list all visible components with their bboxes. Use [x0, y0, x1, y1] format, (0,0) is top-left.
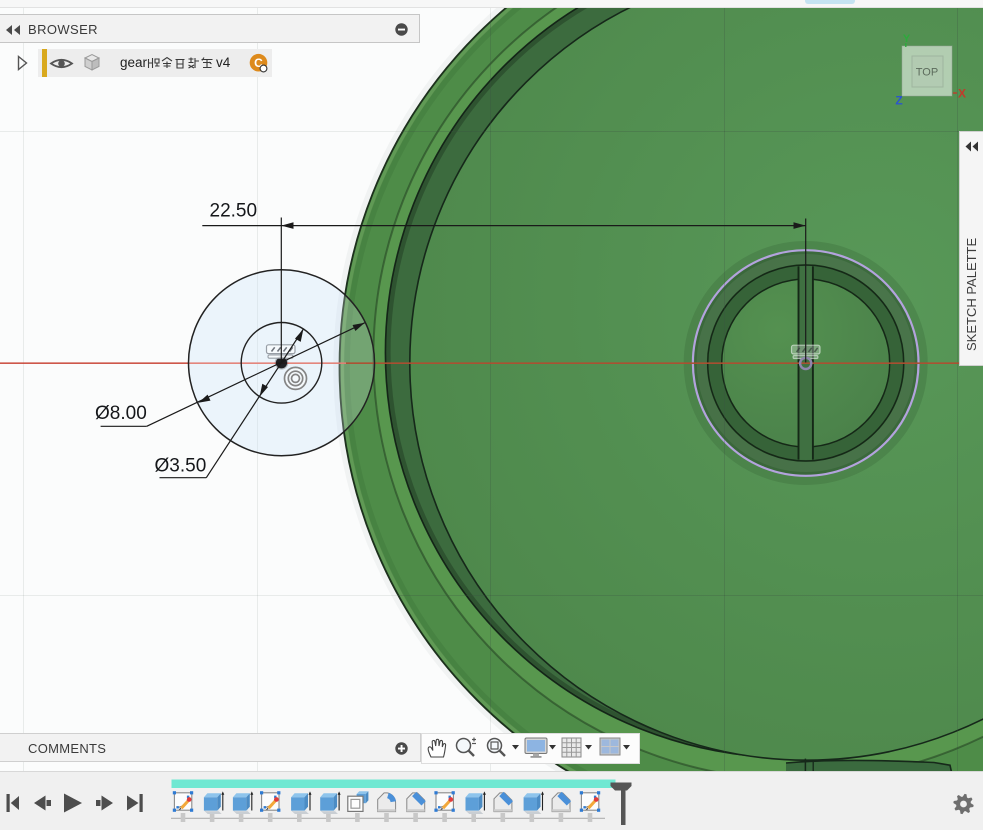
svg-text:Y: Y [903, 33, 911, 45]
svg-text:X: X [958, 87, 966, 101]
svg-text:22.50: 22.50 [210, 201, 258, 222]
svg-text:TOP: TOP [916, 67, 938, 79]
svg-text:Ø8.00: Ø8.00 [95, 403, 147, 424]
svg-text:Z: Z [895, 94, 902, 108]
svg-text:Ø3.50: Ø3.50 [155, 456, 207, 477]
